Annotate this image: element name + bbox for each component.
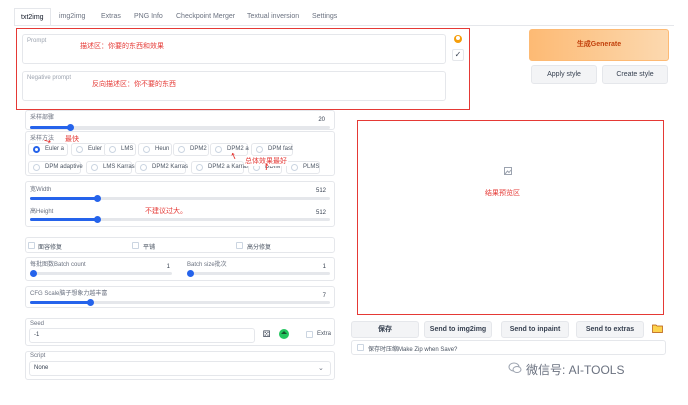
sampler-option-dpm2[interactable]: DPM2 bbox=[173, 143, 209, 156]
generate-button[interactable]: 生成Generate bbox=[529, 29, 669, 61]
output-preview-area bbox=[357, 120, 664, 315]
batch-size-knob[interactable] bbox=[187, 270, 194, 277]
tab-divider bbox=[14, 25, 674, 26]
extra-seed-checkbox[interactable] bbox=[306, 331, 313, 338]
checkmark-icon[interactable]: ✓ bbox=[452, 49, 464, 61]
sampling-steps-label: 采样部骤 bbox=[30, 115, 55, 121]
batch-size-label: Batch size批次 bbox=[187, 262, 227, 268]
sampler-option-plms[interactable]: PLMS bbox=[286, 161, 320, 174]
width-slider[interactable] bbox=[30, 195, 330, 202]
recycle-icon[interactable] bbox=[278, 328, 291, 341]
prompt-label: Prompt bbox=[27, 38, 47, 44]
script-label: Script bbox=[30, 353, 46, 359]
batch-count-knob[interactable] bbox=[30, 270, 37, 277]
extra-seed-label: Extra bbox=[317, 331, 332, 337]
image-placeholder-icon bbox=[504, 167, 512, 175]
batch-size-slider[interactable] bbox=[187, 270, 330, 277]
tiling-label: 平铺 bbox=[143, 245, 156, 251]
width-knob[interactable] bbox=[93, 195, 101, 202]
chevron-down-icon: ⌄ bbox=[318, 365, 324, 372]
batch-count-slider[interactable] bbox=[30, 270, 172, 277]
batch-count-label: 每批图数Batch count bbox=[30, 262, 86, 268]
tab-png-info[interactable]: PNG Info bbox=[134, 9, 163, 25]
cfg-scale-label: CFG Scale脑子想象力越丰富 bbox=[30, 291, 108, 297]
dice-icon[interactable]: ⚄ bbox=[260, 328, 273, 341]
tab-img2img[interactable]: img2img bbox=[59, 9, 85, 25]
sampling-steps-slider[interactable] bbox=[30, 124, 330, 131]
cfg-scale-slider[interactable] bbox=[30, 299, 330, 306]
sampler-option-euler[interactable]: Euler bbox=[71, 143, 107, 156]
prompt-annotation: 描述区：你要的东西和效果 bbox=[80, 43, 164, 50]
height-value[interactable]: 512 bbox=[306, 210, 326, 216]
sampler-option-dpm2-a-karras[interactable]: DPM2 a Karras bbox=[191, 161, 249, 174]
height-knob[interactable] bbox=[93, 216, 101, 223]
height-fill bbox=[30, 218, 97, 221]
options-panel bbox=[25, 237, 335, 253]
send-to-extras-button[interactable]: Send to extras bbox=[576, 321, 644, 338]
send-to-img2img-button[interactable]: Send to img2img bbox=[424, 321, 492, 338]
width-fill bbox=[30, 197, 97, 200]
seed-label: Seed bbox=[30, 321, 45, 327]
seed-input[interactable]: -1 bbox=[29, 328, 255, 343]
tiling-checkbox[interactable] bbox=[132, 242, 139, 249]
apply-style-button[interactable]: Apply style bbox=[531, 65, 597, 84]
batch-count-value[interactable]: 1 bbox=[150, 264, 170, 270]
width-value[interactable]: 512 bbox=[306, 188, 326, 194]
save-button[interactable]: 保存 bbox=[351, 321, 419, 338]
negative-prompt-label: Negative prompt bbox=[27, 75, 72, 81]
negative-prompt-annotation: 反向描述区：你不要的东西 bbox=[92, 81, 176, 88]
width-label: 宽Width bbox=[30, 187, 52, 193]
height-annotation: 不建议过大。 bbox=[145, 208, 187, 215]
sampling-steps-knob[interactable] bbox=[66, 124, 74, 131]
tab-settings[interactable]: Settings bbox=[312, 9, 337, 25]
tab-extras[interactable]: Extras bbox=[101, 9, 121, 25]
sampling-steps-value[interactable]: 20 bbox=[305, 117, 325, 123]
batch-size-value[interactable]: 1 bbox=[306, 264, 326, 270]
height-slider[interactable] bbox=[30, 216, 330, 223]
sampler-option-heun[interactable]: Heun bbox=[138, 143, 172, 156]
make-zip-label: 保存时压缩Make Zip when Save? bbox=[368, 347, 458, 353]
sampler-option-lms-karras[interactable]: LMS Karras bbox=[86, 161, 135, 174]
sampler-option-dpm-fast[interactable]: DPM fast bbox=[251, 143, 293, 156]
script-select[interactable]: None bbox=[29, 361, 331, 376]
output-annotation: 结果预览区 bbox=[485, 190, 520, 197]
highres-fix-label: 高分修复 bbox=[247, 245, 272, 251]
cfg-scale-value[interactable]: 7 bbox=[306, 293, 326, 299]
sampler-option-lms[interactable]: LMS bbox=[104, 143, 136, 156]
sampling-steps-fill bbox=[30, 126, 70, 129]
sampler-option-dpm-adaptive[interactable]: DPM adaptive bbox=[28, 161, 83, 174]
folder-icon[interactable] bbox=[652, 324, 663, 334]
restore-faces-label: 面容修复 bbox=[38, 245, 63, 251]
cfg-scale-fill bbox=[30, 301, 90, 304]
tab-checkpoint-merger[interactable]: Checkpoint Merger bbox=[176, 9, 235, 25]
watermark: 微信号: AI-TOOLS bbox=[526, 363, 625, 377]
wechat-icon bbox=[508, 362, 522, 374]
sampler-option-dpm2-karras[interactable]: DPM2 Karras bbox=[135, 161, 188, 174]
highres-fix-checkbox[interactable] bbox=[236, 242, 243, 249]
create-style-button[interactable]: Create style bbox=[602, 65, 668, 84]
paste-icon[interactable] bbox=[452, 34, 464, 46]
cfg-scale-knob[interactable] bbox=[87, 299, 94, 306]
make-zip-checkbox[interactable] bbox=[357, 344, 364, 351]
send-to-inpaint-button[interactable]: Send to inpaint bbox=[501, 321, 569, 338]
height-label: 高Height bbox=[30, 209, 54, 215]
restore-faces-checkbox[interactable] bbox=[28, 242, 35, 249]
tab-textual-inversion[interactable]: Textual inversion bbox=[247, 9, 299, 25]
negative-prompt-input[interactable] bbox=[22, 71, 446, 101]
tab-txt2img[interactable]: txt2img bbox=[14, 8, 51, 26]
